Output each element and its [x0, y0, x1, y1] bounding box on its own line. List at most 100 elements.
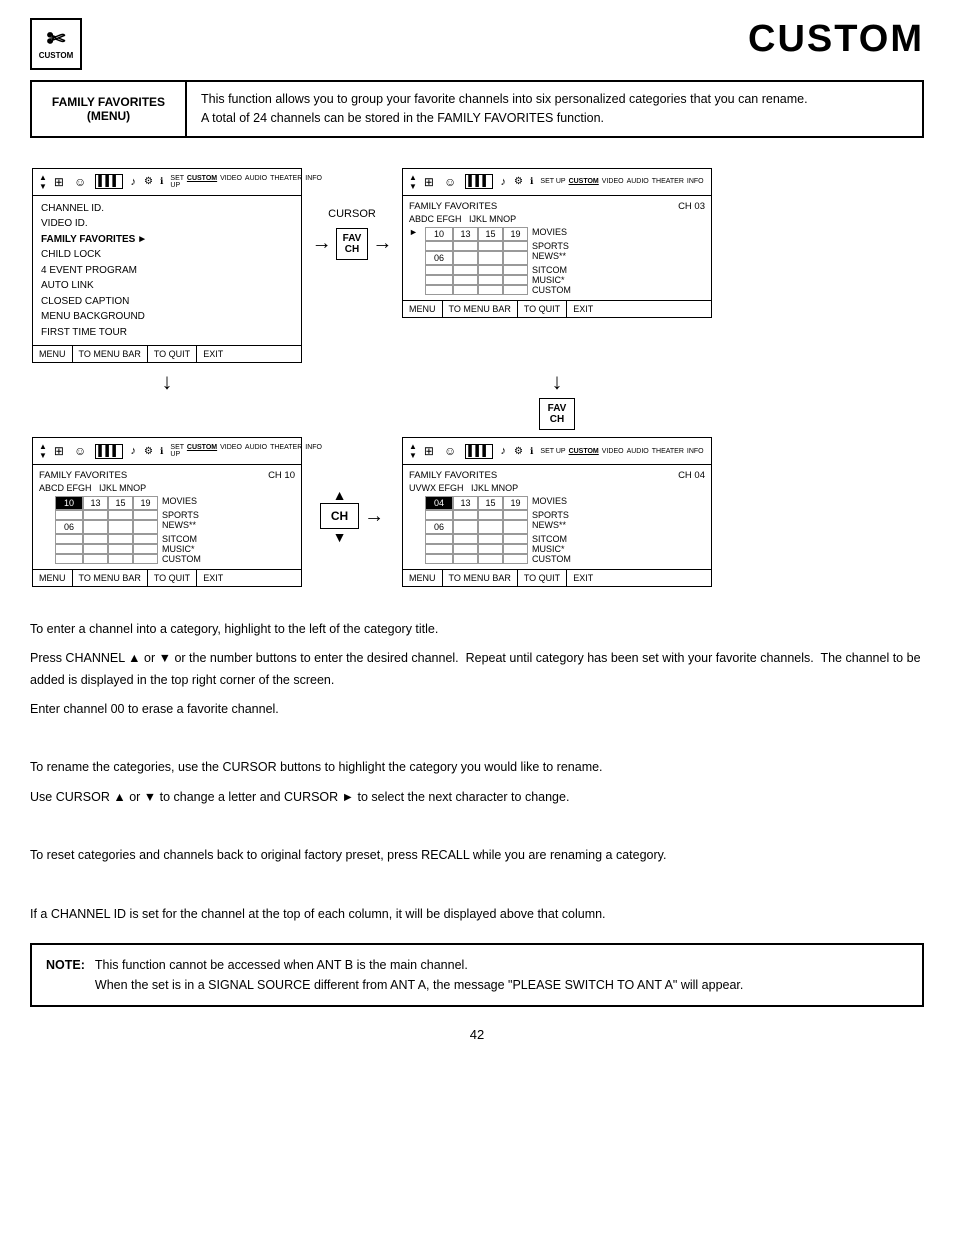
body-text-area: To enter a channel into a category, high…	[30, 619, 924, 925]
bl-h3: 15	[108, 496, 133, 510]
note-line-1: This function cannot be accessed when AN…	[95, 955, 744, 975]
right-arrow-2-icon: →	[372, 232, 392, 255]
top-left-screen: ▲ ▼ ⊞ ☺ ▌▌▌ ♪ ⚙ ℹ SET UPCUSTOMVIDEOAUDIO…	[32, 168, 302, 364]
nav-br-1: ⊞	[424, 444, 434, 458]
cursor-label: CURSOR	[328, 208, 376, 220]
br-fav-subheader: UVWX EFGH IJKL MNOP	[409, 483, 705, 493]
down-arrow-right-icon: ↓	[552, 369, 563, 395]
br-fav-grid: 04 13 15 19 MOVIES SPORTS 06 NE	[409, 496, 705, 564]
nav-br-6: ℹ	[530, 446, 533, 457]
nav-bl-arrows: ▲ ▼	[39, 442, 47, 460]
bottom-diagram-row: ▲ ▼ ⊞ ☺ ▌▌▌ ♪ ⚙ ℹ SET UPCUSTOMVIDEOAUDIO…	[32, 437, 922, 587]
description-section: FAMILY FAVORITES (MENU) This function al…	[30, 80, 924, 138]
left-down-arrow: ↓	[32, 365, 302, 399]
nav-bl-3: ▌▌▌	[95, 444, 122, 459]
menu-first-tour: FIRST TIME TOUR	[41, 325, 293, 341]
fav-ch-bottom-button: FAV CH	[539, 398, 576, 430]
top-right-menubar: MENU TO MENU BAR TO QUIT EXIT	[403, 300, 711, 317]
ch-with-arrows: ▲ CH ▼	[320, 487, 359, 545]
top-left-menubar: MENU TO MENU BAR TO QUIT EXIT	[33, 345, 301, 362]
body-para-3: Enter channel 00 to erase a favorite cha…	[30, 699, 924, 720]
menu-closed-cap: CLOSED CAPTION	[41, 294, 293, 310]
menu-family-fav: FAMILY FAVORITES►	[41, 232, 293, 248]
body-para-10: If a CHANNEL ID is set for the channel a…	[30, 904, 924, 925]
nav-bl-6: ℹ	[160, 446, 163, 457]
nav-labels: SET UPCUSTOMVIDEOAUDIOTHEATERINFO	[170, 175, 322, 189]
bottom-left-fav-content: FAMILY FAVORITES CH 10 ABCD EFGH IJKL MN…	[33, 465, 301, 569]
diagram-area: ▲ ▼ ⊞ ☺ ▌▌▌ ♪ ⚙ ℹ SET UPCUSTOMVIDEOAUDIO…	[20, 156, 934, 600]
nav-bl-2: ☺	[74, 444, 86, 458]
bl-h2: 13	[83, 496, 108, 510]
note-content: This function cannot be accessed when AN…	[95, 955, 744, 995]
nav-br-4: ♪	[501, 445, 507, 457]
nav-br-2: ☺	[444, 444, 456, 458]
fav-movies-label: MOVIES	[528, 227, 588, 241]
bl-fav-ch-number: CH 10	[268, 470, 295, 481]
nav-up-down-arrows-r: ▲ ▼	[409, 173, 417, 191]
nav-bl-labels: SET UPCUSTOMVIDEOAUDIOTHEATERINFO	[170, 444, 322, 458]
bottom-right-menubar: MENU TO MENU BAR TO QUIT EXIT	[403, 569, 711, 586]
note-line-2: When the set is in a SIGNAL SOURCE diffe…	[95, 975, 744, 995]
bl-h4: 19	[133, 496, 158, 510]
br-h3: 15	[478, 496, 503, 510]
right-arrow-icon: →	[312, 232, 332, 255]
nav-bl-1: ⊞	[54, 444, 64, 458]
down-arrow-left-icon: ↓	[162, 369, 173, 395]
nav-icon-1: ⊞	[54, 175, 64, 189]
br-h2: 13	[453, 496, 478, 510]
br-fav-header: FAMILY FAVORITES CH 04	[409, 470, 705, 481]
nav-icon-5: ⚙	[144, 176, 153, 187]
nav-icon-4: ♪	[131, 176, 137, 188]
fav-ch-number: CH 03	[678, 201, 705, 212]
body-para-7	[30, 816, 924, 837]
nav-br-labels: SET UPCUSTOMVIDEOAUDIOTHEATERINFO	[540, 448, 703, 455]
nav-icon-r4: ♪	[501, 176, 507, 188]
top-left-nav: ▲ ▼ ⊞ ☺ ▌▌▌ ♪ ⚙ ℹ SET UPCUSTOMVIDEOAUDIO…	[33, 169, 301, 196]
fav-h1: 10	[425, 227, 453, 241]
top-connector: CURSOR → FAV CH →	[302, 168, 402, 263]
menu-4event: 4 EVENT PROGRAM	[41, 263, 293, 279]
right-arrow-bottom-icon: →	[364, 505, 384, 528]
nav-icon-r6: ℹ	[530, 176, 533, 187]
scissors-icon: ✄	[47, 28, 65, 50]
fav-h4: 19	[503, 227, 528, 241]
nav-labels-r: SET UPCUSTOMVIDEOAUDIOTHEATERINFO	[540, 178, 703, 185]
nav-icon-3: ▌▌▌	[95, 174, 122, 189]
bottom-left-screen: ▲ ▼ ⊞ ☺ ▌▌▌ ♪ ⚙ ℹ SET UPCUSTOMVIDEOAUDIO…	[32, 437, 302, 587]
ch-button: CH	[320, 503, 359, 529]
top-right-nav: ▲ ▼ ⊞ ☺ ▌▌▌ ♪ ⚙ ℹ SET UPCUSTOMVIDEOAUDIO…	[403, 169, 711, 196]
nav-icon-2: ☺	[74, 175, 86, 189]
bl-fav-grid: 10 13 15 19 MOVIES SPORTS 06 NE	[39, 496, 295, 564]
fav-title: FAMILY FAVORITES	[409, 201, 497, 212]
nav-br-arrows: ▲ ▼	[409, 442, 417, 460]
note-box: NOTE: This function cannot be accessed w…	[30, 943, 924, 1007]
nav-up-down-arrows: ▲ ▼	[39, 173, 47, 191]
br-h1: 04	[425, 496, 453, 510]
body-para-9	[30, 874, 924, 895]
bl-h1: 10	[55, 496, 83, 510]
fav-h3: 15	[478, 227, 503, 241]
custom-icon: ✄ CUSTOM	[30, 18, 82, 70]
up-arrow-ch-icon: ▲	[333, 487, 347, 503]
bottom-right-screen: ▲ ▼ ⊞ ☺ ▌▌▌ ♪ ⚙ ℹ SET UPCUSTOMVIDEOAUDIO…	[402, 437, 712, 587]
nav-icon-r5: ⚙	[514, 176, 523, 187]
bl-fav-subheader: ABCD EFGH IJKL MNOP	[39, 483, 295, 493]
page-header: ✄ CUSTOM CUSTOM	[0, 0, 954, 80]
page-number: 42	[0, 1027, 954, 1042]
body-para-2: Press CHANNEL ▲ or ▼ or the number butto…	[30, 648, 924, 691]
bl-fav-title: FAMILY FAVORITES	[39, 470, 127, 481]
bottom-left-menubar: MENU TO MENU BAR TO QUIT EXIT	[33, 569, 301, 586]
nav-icon-r3: ▌▌▌	[465, 174, 492, 189]
description-text: This function allows you to group your f…	[187, 82, 822, 136]
nav-br-3: ▌▌▌	[465, 444, 492, 459]
menu-autolink: AUTO LINK	[41, 278, 293, 294]
down-arrow-ch-icon: ▼	[333, 529, 347, 545]
description-label: FAMILY FAVORITES (MENU)	[32, 82, 187, 136]
bottom-right-fav-content: FAMILY FAVORITES CH 04 UVWX EFGH IJKL MN…	[403, 465, 711, 569]
body-para-8: To reset categories and channels back to…	[30, 845, 924, 866]
body-para-6: Use CURSOR ▲ or ▼ to change a letter and…	[30, 787, 924, 808]
page-title: CUSTOM	[748, 18, 924, 61]
top-left-menu: CHANNEL ID. VIDEO ID. FAMILY FAVORITES► …	[33, 196, 301, 346]
middle-arrow-row: ↓ ↓ FAV CH	[32, 365, 922, 437]
ch-connector-group: ▲ CH ▼ →	[320, 487, 384, 545]
